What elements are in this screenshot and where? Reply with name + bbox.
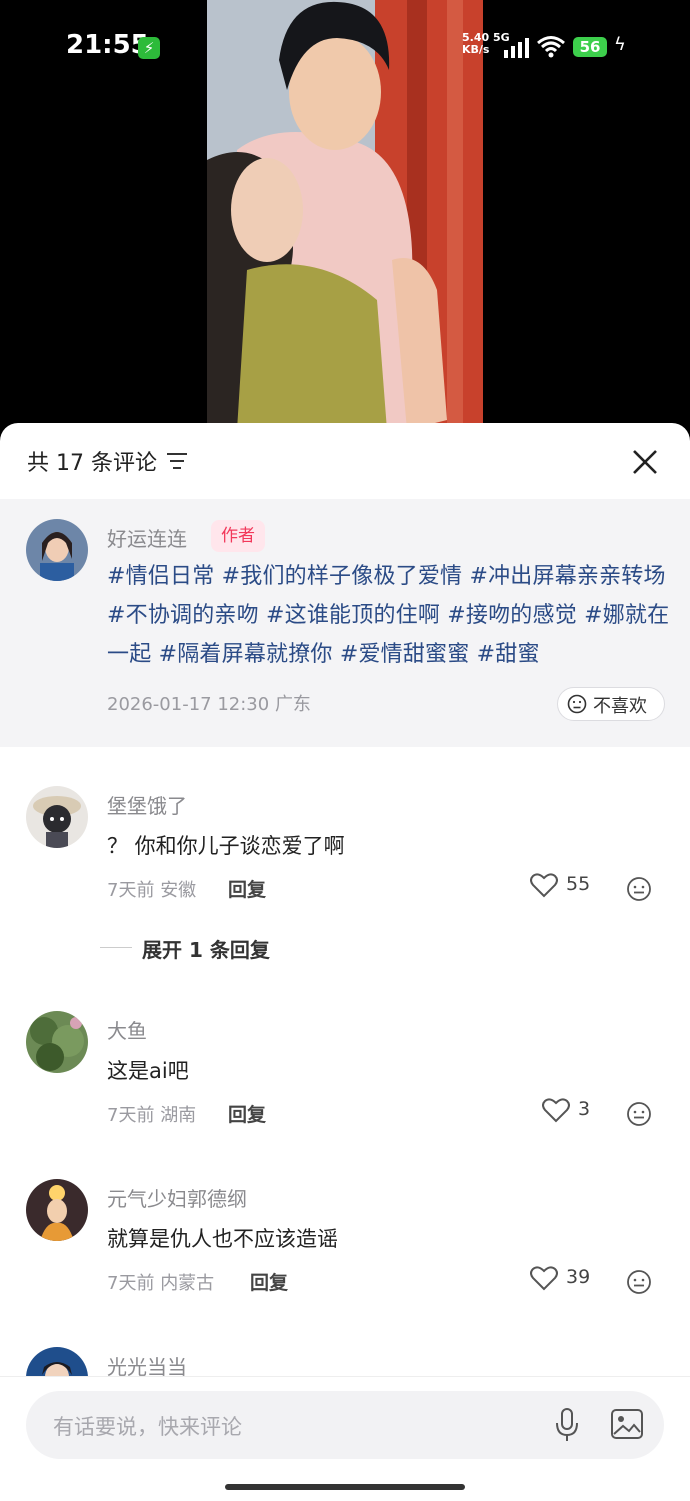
reply-button[interactable]: 回复 [250,1268,288,1295]
author-comment[interactable]: 好运连连 作者 #情侣日常 #我们的样子像极了爱情 #冲出屏幕亲亲转场 #不协调… [0,499,690,747]
battery-charging-icon: ϟ [614,34,626,55]
comment-item[interactable]: 堡堡饿了 ？ 你和你儿子谈恋爱了啊 7天前 安徽 回复 55 [0,786,690,946]
microphone-icon[interactable] [554,1407,580,1443]
avatar[interactable] [26,1011,88,1073]
avatar[interactable] [26,519,88,581]
username[interactable]: 元气少妇郭德纲 [107,1183,247,1212]
reply-button[interactable]: 回复 [228,1100,266,1127]
home-indicator[interactable] [225,1484,465,1490]
dislike-label: 不喜欢 [593,696,647,717]
avatar[interactable] [26,1179,88,1241]
username[interactable]: 好运连连 [107,523,187,552]
comment-input[interactable]: 有话要说，快来评论 [26,1391,664,1459]
comment-location: 湖南 [160,1105,197,1126]
comment-item[interactable]: 大鱼 这是ai吧 7天前 湖南 回复 3 [0,1011,690,1171]
comment-location: 安徽 [160,880,197,901]
expand-replies-label: 展开 1 条回复 [142,938,270,962]
emoji-icon[interactable] [626,1101,652,1127]
comment-time: 7天前 [107,880,155,901]
comment-meta: 7天前 安徽 [107,876,196,902]
signal-icon [504,36,530,58]
comment-time: 7天前 [107,1273,155,1294]
comment-text: 就算是仇人也不应该造谣 [107,1227,338,1251]
divider-line [100,947,132,948]
heart-icon [530,1266,558,1291]
heart-icon [530,873,558,898]
comment-input-bar: 有话要说，快来评论 [0,1376,690,1501]
comment-location: 内蒙古 [160,1273,215,1294]
comment-input-placeholder: 有话要说，快来评论 [53,1415,242,1439]
comment-meta: 2026-01-17 12:30 广东 [107,690,311,716]
comment-text: 这是ai吧 [107,1059,189,1083]
wifi-icon [537,36,565,58]
comments-sheet: 共 17 条评论 好运连连 作者 #情侣日常 #我们的样子像极了爱情 #冲出屏幕… [0,423,690,1500]
filter-icon[interactable] [166,452,188,470]
dislike-button[interactable]: 不喜欢 [557,687,665,721]
image-icon[interactable] [610,1407,644,1441]
emoji-icon[interactable] [626,1269,652,1295]
comment-meta: 7天前 内蒙古 [107,1269,214,1295]
like-count: 39 [566,1266,591,1288]
emoji-icon[interactable] [626,876,652,902]
heart-icon [542,1098,570,1123]
unhappy-face-icon [567,694,587,714]
battery-icon: 56 [573,37,607,57]
username[interactable]: 堡堡饿了 [107,790,187,819]
comment-timestamp: 2026-01-17 12:30 [107,694,270,715]
author-comment-text: #情侣日常 #我们的样子像极了爱情 #冲出屏幕亲亲转场 #不协调的亲吻 #这谁能… [107,564,670,667]
reply-button[interactable]: 回复 [228,875,266,902]
like-count: 3 [578,1098,591,1120]
comment-time: 7天前 [107,1105,155,1126]
avatar[interactable] [26,786,88,848]
status-bar: 21:55 ⚡ 5.40 5G KB/s 56 ϟ [0,0,690,96]
comments-header: 共 17 条评论 [0,423,690,499]
username[interactable]: 大鱼 [107,1015,147,1044]
comment-count: 共 17 条评论 [27,451,157,476]
network-speed: 5.40 5G KB/s [462,32,510,56]
comment-text: ？ 你和你儿子谈恋爱了啊 [107,834,345,858]
comment-meta: 7天前 湖南 [107,1101,196,1127]
like-count: 55 [566,873,591,895]
comment-location: 广东 [274,694,311,715]
comment-item[interactable]: 元气少妇郭德纲 就算是仇人也不应该造谣 7天前 内蒙古 回复 39 [0,1179,690,1339]
charging-indicator-icon: ⚡ [138,37,160,59]
network-speed-unit: KB/s [462,43,490,56]
author-badge: 作者 [211,520,265,552]
close-icon[interactable] [630,447,660,477]
status-time: 21:55 [66,30,149,60]
